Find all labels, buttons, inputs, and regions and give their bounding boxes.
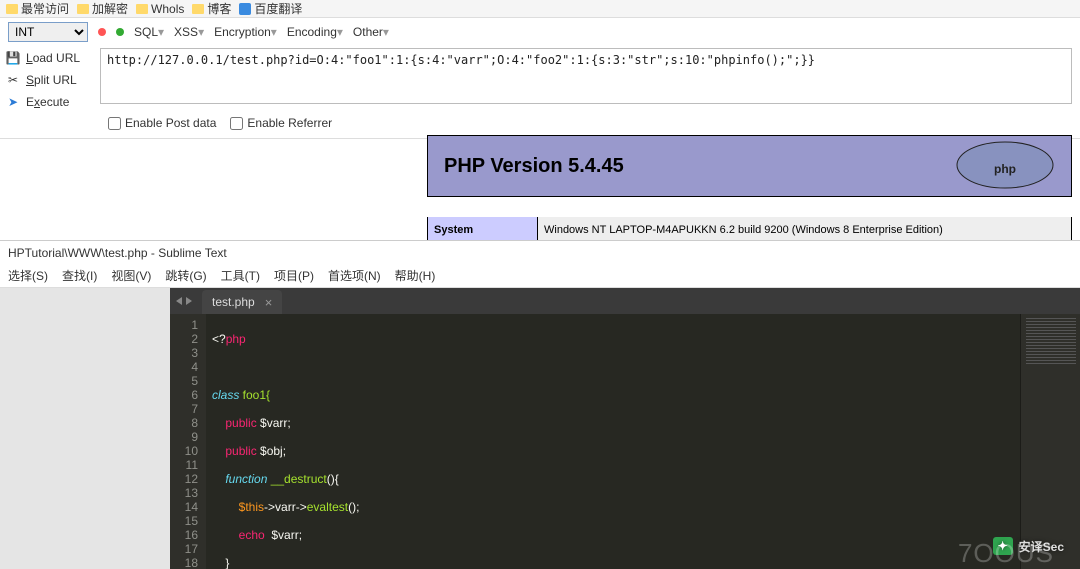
hackbar-actions: 💾Load URL ✂Split URL ➤Execute: [0, 46, 98, 114]
bookmark-item[interactable]: 加解密: [77, 0, 128, 17]
menu-tools[interactable]: 工具(T): [221, 267, 260, 284]
menu-other[interactable]: Other▾: [353, 25, 389, 39]
menu-view[interactable]: 视图(V): [111, 267, 151, 284]
svg-text:php: php: [994, 162, 1016, 176]
menu-select[interactable]: 选择(S): [8, 267, 48, 284]
code-area[interactable]: <?php class foo1{ public $varr; public $…: [206, 314, 1020, 569]
tab-bar: test.php×: [170, 288, 1080, 314]
php-version-title: PHP Version 5.4.45: [444, 155, 624, 178]
menu-sql[interactable]: SQL▾: [134, 25, 164, 39]
phpinfo-page: PHP Version 5.4.45 php System Windows NT…: [427, 135, 1072, 243]
split-url-button[interactable]: ✂Split URL: [4, 70, 94, 90]
system-label: System: [428, 217, 538, 242]
enable-referrer-checkbox[interactable]: Enable Referrer: [230, 116, 332, 130]
minimap[interactable]: [1020, 314, 1080, 569]
folder-icon: [136, 4, 148, 14]
menu-find[interactable]: 查找(I): [62, 267, 97, 284]
window-title: HPTutorial\WWW\test.php - Sublime Text: [0, 240, 1080, 264]
disk-icon: 💾: [6, 51, 20, 65]
sidebar[interactable]: [0, 288, 170, 569]
bookmark-item[interactable]: Whols: [136, 2, 184, 16]
tab-prev-icon[interactable]: [176, 297, 182, 305]
system-value: Windows NT LAPTOP-M4APUKKN 6.2 build 920…: [538, 217, 1071, 242]
app-icon: [239, 3, 251, 15]
menu-prefs[interactable]: 首选项(N): [328, 267, 381, 284]
editor[interactable]: 1234567891011121314151617181920 <?php cl…: [170, 314, 1080, 569]
close-icon[interactable]: ×: [265, 295, 273, 310]
menu-encoding[interactable]: Encoding▾: [287, 25, 343, 39]
execute-button[interactable]: ➤Execute: [4, 92, 94, 112]
url-input[interactable]: http://127.0.0.1/test.php?id=O:4:"foo1":…: [100, 48, 1072, 104]
encoding-select[interactable]: INT: [8, 22, 88, 42]
phpinfo-header: PHP Version 5.4.45 php: [427, 135, 1072, 197]
scissors-icon: ✂: [6, 73, 20, 87]
menu-xss[interactable]: XSS▾: [174, 25, 204, 39]
menu-goto[interactable]: 跳转(G): [165, 267, 206, 284]
folder-icon: [77, 4, 89, 14]
php-logo-icon: php: [955, 140, 1055, 193]
menu-help[interactable]: 帮助(H): [395, 267, 436, 284]
tab-next-icon[interactable]: [186, 297, 192, 305]
hackbar-toolbar: INT SQL▾ XSS▾ Encryption▾ Encoding▾ Othe…: [0, 18, 1080, 46]
line-numbers: 1234567891011121314151617181920: [170, 314, 206, 569]
bookmark-item[interactable]: 博客: [192, 0, 231, 17]
bookmark-item[interactable]: 百度翻译: [239, 0, 302, 17]
enable-post-checkbox[interactable]: Enable Post data: [108, 116, 216, 130]
menu-project[interactable]: 项目(P): [274, 267, 314, 284]
play-icon[interactable]: [116, 28, 124, 36]
tab-testphp[interactable]: test.php×: [202, 290, 282, 314]
bookmark-item[interactable]: 最常访问: [6, 0, 69, 17]
load-url-button[interactable]: 💾Load URL: [4, 48, 94, 68]
folder-icon: [192, 4, 204, 14]
sublime-window: HPTutorial\WWW\test.php - Sublime Text —…: [0, 240, 1080, 569]
menu-encryption[interactable]: Encryption▾: [214, 25, 277, 39]
menu-bar: 选择(S) 查找(I) 视图(V) 跳转(G) 工具(T) 项目(P) 首选项(…: [0, 264, 1080, 288]
record-icon[interactable]: [98, 28, 106, 36]
folder-icon: [6, 4, 18, 14]
hackbar-panel: INT SQL▾ XSS▾ Encryption▾ Encoding▾ Othe…: [0, 18, 1080, 139]
bookmarks-bar: 最常访问 加解密 Whols 博客 百度翻译: [0, 0, 1080, 18]
arrow-right-icon: ➤: [6, 95, 20, 109]
